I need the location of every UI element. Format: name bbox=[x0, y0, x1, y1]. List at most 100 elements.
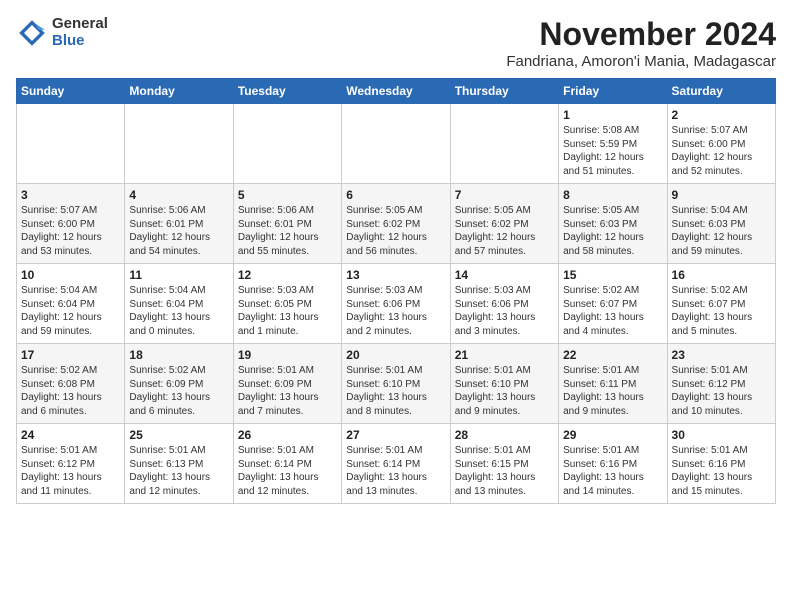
calendar-cell: 3 Sunrise: 5:07 AM Sunset: 6:00 PM Daylig… bbox=[17, 184, 125, 264]
day-info: Sunrise: 5:01 AM Sunset: 6:15 PM Dayligh… bbox=[455, 444, 554, 498]
day-number: 4 bbox=[129, 188, 228, 202]
calendar-cell bbox=[342, 104, 450, 184]
day-number: 11 bbox=[129, 268, 228, 282]
day-number: 15 bbox=[563, 268, 662, 282]
day-info: Sunrise: 5:08 AM Sunset: 5:59 PM Dayligh… bbox=[563, 124, 662, 178]
day-info: Sunrise: 5:01 AM Sunset: 6:13 PM Dayligh… bbox=[129, 444, 228, 498]
day-info: Sunrise: 5:02 AM Sunset: 6:07 PM Dayligh… bbox=[672, 284, 771, 338]
weekday-header-thursday: Thursday bbox=[450, 79, 558, 104]
day-info: Sunrise: 5:04 AM Sunset: 6:04 PM Dayligh… bbox=[129, 284, 228, 338]
day-number: 16 bbox=[672, 268, 771, 282]
calendar-cell: 5 Sunrise: 5:06 AM Sunset: 6:01 PM Daylig… bbox=[233, 184, 341, 264]
title-area: November 2024 Fandriana, Amoron'i Mania,… bbox=[506, 16, 776, 70]
day-info: Sunrise: 5:01 AM Sunset: 6:14 PM Dayligh… bbox=[346, 444, 445, 498]
calendar-cell: 16 Sunrise: 5:02 AM Sunset: 6:07 PM Dayli… bbox=[667, 264, 775, 344]
day-info: Sunrise: 5:02 AM Sunset: 6:07 PM Dayligh… bbox=[563, 284, 662, 338]
weekday-header-wednesday: Wednesday bbox=[342, 79, 450, 104]
calendar-cell: 27 Sunrise: 5:01 AM Sunset: 6:14 PM Dayli… bbox=[342, 424, 450, 504]
day-number: 29 bbox=[563, 428, 662, 442]
weekday-header-saturday: Saturday bbox=[667, 79, 775, 104]
day-info: Sunrise: 5:07 AM Sunset: 6:00 PM Dayligh… bbox=[21, 204, 120, 258]
day-info: Sunrise: 5:01 AM Sunset: 6:11 PM Dayligh… bbox=[563, 364, 662, 418]
location-title: Fandriana, Amoron'i Mania, Madagascar bbox=[506, 53, 776, 70]
day-info: Sunrise: 5:01 AM Sunset: 6:16 PM Dayligh… bbox=[563, 444, 662, 498]
day-number: 23 bbox=[672, 348, 771, 362]
logo-text: General Blue bbox=[52, 16, 108, 49]
day-info: Sunrise: 5:04 AM Sunset: 6:03 PM Dayligh… bbox=[672, 204, 771, 258]
day-number: 17 bbox=[21, 348, 120, 362]
calendar-cell bbox=[450, 104, 558, 184]
day-info: Sunrise: 5:07 AM Sunset: 6:00 PM Dayligh… bbox=[672, 124, 771, 178]
calendar-cell bbox=[17, 104, 125, 184]
calendar-week-row: 3 Sunrise: 5:07 AM Sunset: 6:00 PM Daylig… bbox=[17, 184, 776, 264]
month-title: November 2024 bbox=[506, 16, 776, 53]
calendar-week-row: 1 Sunrise: 5:08 AM Sunset: 5:59 PM Daylig… bbox=[17, 104, 776, 184]
weekday-header-sunday: Sunday bbox=[17, 79, 125, 104]
day-number: 8 bbox=[563, 188, 662, 202]
calendar-cell: 11 Sunrise: 5:04 AM Sunset: 6:04 PM Dayli… bbox=[125, 264, 233, 344]
calendar-cell: 10 Sunrise: 5:04 AM Sunset: 6:04 PM Dayli… bbox=[17, 264, 125, 344]
day-number: 27 bbox=[346, 428, 445, 442]
calendar-cell: 22Sunrise: 5:01 AM Sunset: 6:11 PM Dayli… bbox=[559, 344, 667, 424]
day-number: 20 bbox=[346, 348, 445, 362]
calendar-cell: 20 Sunrise: 5:01 AM Sunset: 6:10 PM Dayli… bbox=[342, 344, 450, 424]
day-number: 3 bbox=[21, 188, 120, 202]
calendar-cell: 21 Sunrise: 5:01 AM Sunset: 6:10 PM Dayli… bbox=[450, 344, 558, 424]
day-info: Sunrise: 5:01 AM Sunset: 6:10 PM Dayligh… bbox=[346, 364, 445, 418]
logo-blue-text: Blue bbox=[52, 33, 108, 50]
day-number: 30 bbox=[672, 428, 771, 442]
calendar-cell: 15 Sunrise: 5:02 AM Sunset: 6:07 PM Dayli… bbox=[559, 264, 667, 344]
day-info: Sunrise: 5:06 AM Sunset: 6:01 PM Dayligh… bbox=[129, 204, 228, 258]
calendar-cell: 24 Sunrise: 5:01 AM Sunset: 6:12 PM Dayli… bbox=[17, 424, 125, 504]
day-number: 14 bbox=[455, 268, 554, 282]
day-number: 9 bbox=[672, 188, 771, 202]
weekday-header-friday: Friday bbox=[559, 79, 667, 104]
calendar-week-row: 24 Sunrise: 5:01 AM Sunset: 6:12 PM Dayli… bbox=[17, 424, 776, 504]
day-number: 6 bbox=[346, 188, 445, 202]
calendar-cell: 2 Sunrise: 5:07 AM Sunset: 6:00 PM Daylig… bbox=[667, 104, 775, 184]
day-info: Sunrise: 5:05 AM Sunset: 6:02 PM Dayligh… bbox=[346, 204, 445, 258]
day-number: 26 bbox=[238, 428, 337, 442]
day-number: 2 bbox=[672, 108, 771, 122]
day-info: Sunrise: 5:06 AM Sunset: 6:01 PM Dayligh… bbox=[238, 204, 337, 258]
calendar-week-row: 10 Sunrise: 5:04 AM Sunset: 6:04 PM Dayli… bbox=[17, 264, 776, 344]
day-info: Sunrise: 5:05 AM Sunset: 6:02 PM Dayligh… bbox=[455, 204, 554, 258]
day-info: Sunrise: 5:01 AM Sunset: 6:14 PM Dayligh… bbox=[238, 444, 337, 498]
day-info: Sunrise: 5:02 AM Sunset: 6:08 PM Dayligh… bbox=[21, 364, 120, 418]
day-info: Sunrise: 5:03 AM Sunset: 6:06 PM Dayligh… bbox=[455, 284, 554, 338]
calendar-cell: 19Sunrise: 5:01 AM Sunset: 6:09 PM Dayli… bbox=[233, 344, 341, 424]
day-info: Sunrise: 5:01 AM Sunset: 6:12 PM Dayligh… bbox=[672, 364, 771, 418]
day-number: 21 bbox=[455, 348, 554, 362]
weekday-header-row: SundayMondayTuesdayWednesdayThursdayFrid… bbox=[17, 79, 776, 104]
day-number: 7 bbox=[455, 188, 554, 202]
day-number: 24 bbox=[21, 428, 120, 442]
calendar-cell: 25 Sunrise: 5:01 AM Sunset: 6:13 PM Dayli… bbox=[125, 424, 233, 504]
calendar-cell: 6 Sunrise: 5:05 AM Sunset: 6:02 PM Daylig… bbox=[342, 184, 450, 264]
day-number: 19 bbox=[238, 348, 337, 362]
calendar-cell: 4 Sunrise: 5:06 AM Sunset: 6:01 PM Daylig… bbox=[125, 184, 233, 264]
day-info: Sunrise: 5:04 AM Sunset: 6:04 PM Dayligh… bbox=[21, 284, 120, 338]
day-number: 25 bbox=[129, 428, 228, 442]
day-number: 12 bbox=[238, 268, 337, 282]
calendar-cell: 30Sunrise: 5:01 AM Sunset: 6:16 PM Dayli… bbox=[667, 424, 775, 504]
day-number: 5 bbox=[238, 188, 337, 202]
calendar-cell: 23 Sunrise: 5:01 AM Sunset: 6:12 PM Dayli… bbox=[667, 344, 775, 424]
logo-icon bbox=[16, 17, 48, 49]
calendar-cell: 7 Sunrise: 5:05 AM Sunset: 6:02 PM Daylig… bbox=[450, 184, 558, 264]
day-info: Sunrise: 5:01 AM Sunset: 6:10 PM Dayligh… bbox=[455, 364, 554, 418]
calendar-cell: 1 Sunrise: 5:08 AM Sunset: 5:59 PM Daylig… bbox=[559, 104, 667, 184]
day-number: 1 bbox=[563, 108, 662, 122]
calendar-cell: 8Sunrise: 5:05 AM Sunset: 6:03 PM Daylig… bbox=[559, 184, 667, 264]
calendar-cell: 17 Sunrise: 5:02 AM Sunset: 6:08 PM Dayli… bbox=[17, 344, 125, 424]
day-number: 10 bbox=[21, 268, 120, 282]
day-info: Sunrise: 5:01 AM Sunset: 6:12 PM Dayligh… bbox=[21, 444, 120, 498]
logo-general-text: General bbox=[52, 16, 108, 33]
day-info: Sunrise: 5:02 AM Sunset: 6:09 PM Dayligh… bbox=[129, 364, 228, 418]
day-number: 28 bbox=[455, 428, 554, 442]
calendar-cell bbox=[233, 104, 341, 184]
calendar-week-row: 17 Sunrise: 5:02 AM Sunset: 6:08 PM Dayli… bbox=[17, 344, 776, 424]
day-info: Sunrise: 5:03 AM Sunset: 6:05 PM Dayligh… bbox=[238, 284, 337, 338]
calendar-cell: 12 Sunrise: 5:03 AM Sunset: 6:05 PM Dayli… bbox=[233, 264, 341, 344]
header: General Blue November 2024 Fandriana, Am… bbox=[16, 16, 776, 70]
weekday-header-monday: Monday bbox=[125, 79, 233, 104]
